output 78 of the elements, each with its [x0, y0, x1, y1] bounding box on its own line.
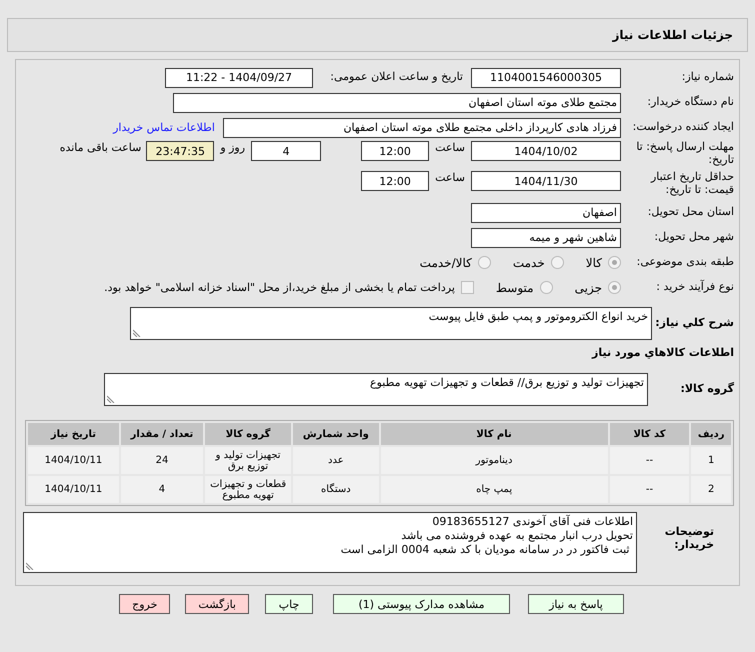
column-header: تاریخ نیاز [28, 423, 119, 445]
table-cell: 24 [120, 447, 203, 474]
table-cell: تجهیزات تولید و توزیع برق [205, 447, 292, 474]
goods-group-field: تجهیزات تولید و توزیع برق// قطعات و تجهیزات تهویه مطبوع [104, 373, 648, 406]
time-label: ساعت [435, 141, 465, 154]
table-cell: 1404/10/11 [28, 476, 119, 503]
radio-button[interactable] [478, 256, 491, 269]
radio-button[interactable] [550, 256, 564, 269]
column-header: کد کالا [610, 423, 690, 445]
table-cell: دیناموتور [380, 447, 608, 474]
table-cell: 4 [120, 476, 203, 503]
radio-button[interactable] [540, 281, 553, 294]
table-cell: دستگاه [293, 476, 379, 503]
radio-label: خدمت [512, 256, 545, 270]
field-label: شرح کلي نیاز: [654, 317, 734, 330]
field-label: نام دستگاه خریدار: [646, 96, 734, 109]
announce-date-field: 1404/09/27 - 11:22 [165, 68, 313, 88]
column-header: نام کالا [380, 423, 608, 445]
field-label: توضیحات خریدار: [664, 526, 715, 552]
table-cell: پمپ چاه [380, 476, 608, 503]
radio-label: متوسط [496, 280, 534, 294]
countdown-field: 23:47:35 [146, 141, 214, 161]
action-button[interactable]: مشاهده مدارک پیوستی (1) [333, 594, 510, 614]
table-cell: -- [610, 476, 690, 503]
province-field: اصفهان [471, 202, 621, 222]
buyer-org-field: مجتمع طلای موته استان اصفهان [173, 92, 621, 112]
field-label: طبقه بندی موضوعی: [636, 256, 734, 269]
page-title: جزئیات اطلاعات نیاز [612, 28, 733, 42]
field-label: نوع فرآیند خرید : [655, 281, 734, 294]
requester-field: فرزاد هادی کارپرداز داخلی مجتمع طلای موته استان اصفهان [223, 118, 621, 138]
field-label: حداقل تاریخ اعتبار قیمت: تا تاریخ: [650, 171, 734, 196]
field-label: استان محل تحویل: [646, 206, 734, 219]
field-label: گروه کالا: [679, 383, 734, 396]
table-cell: 2 [691, 476, 731, 503]
radio-button[interactable] [608, 281, 621, 294]
date-field: 1404/11/30 [471, 171, 621, 191]
note-line: اطلاعات فنی آقای آخوندی 09183655127 [431, 515, 633, 529]
checkbox[interactable] [460, 281, 474, 294]
action-button[interactable]: چاپ [265, 594, 313, 614]
time-field: 12:00 [361, 141, 430, 161]
field-label: ایجاد کننده درخواست: [632, 121, 734, 134]
days-label: روز و [220, 141, 246, 154]
radio-label: کالا [586, 256, 602, 270]
section-title: اطلاعات کالاهاي مورد نیاز [590, 346, 734, 359]
field-label: تاریخ و ساعت اعلان عمومی: [329, 71, 463, 84]
resize-grip-icon[interactable] [26, 562, 34, 570]
column-header: تعداد / مقدار [120, 423, 203, 445]
table-cell: 1 [691, 447, 731, 474]
table-cell: قطعات و تجهیزات تهویه مطبوع [205, 476, 292, 503]
field-label: مهلت ارسال پاسخ: تا تاریخ: [635, 141, 734, 166]
column-header: واحد شمارش [293, 423, 379, 445]
time-field: 12:00 [361, 171, 430, 191]
field-label: شهر محل تحویل: [653, 231, 734, 244]
remaining-label: ساعت باقی مانده [60, 141, 142, 154]
exit-button[interactable]: خروج [119, 594, 170, 614]
note-line: تحویل درب انبار مجتمع به عهده فروشنده می باشد [400, 528, 633, 542]
column-header: گروه کالا [205, 423, 292, 445]
days-field: 4 [251, 141, 322, 161]
time-label: ساعت [435, 171, 465, 184]
exit-button[interactable]: بازگشت [185, 594, 249, 614]
contact-link[interactable]: اطلاعات تماس خریدار [113, 121, 215, 134]
note-line: ثبت فاکتور در در سامانه مودیان با کد شعبه 0004 الزامی است [340, 542, 630, 556]
field-label: شماره نیاز: [680, 71, 734, 84]
date-field: 1404/10/02 [471, 141, 621, 161]
need-number-field: 1104001546000305 [471, 68, 621, 88]
table-cell: 1404/10/11 [28, 447, 119, 474]
checkbox-label: پرداخت تمام یا بخشی از مبلغ خرید،از محل "اسناد خزانه اسلامی" خواهد بود. [104, 281, 455, 294]
radio-button[interactable] [608, 256, 621, 269]
radio-label: جزیی [574, 280, 602, 294]
resize-grip-icon[interactable] [107, 395, 115, 403]
city-field: شاهین شهر و میمه [471, 228, 621, 248]
description-field: خرید انواع الکتروموتور و پمپ طبق فایل پیوست [130, 307, 652, 340]
table-cell: عدد [293, 447, 379, 474]
radio-label: کالا/خدمت [420, 256, 472, 270]
resize-grip-icon[interactable] [133, 329, 141, 337]
action-button[interactable]: پاسخ به نیاز [528, 594, 624, 614]
column-header: ردیف [691, 423, 731, 445]
table-cell: -- [610, 447, 690, 474]
